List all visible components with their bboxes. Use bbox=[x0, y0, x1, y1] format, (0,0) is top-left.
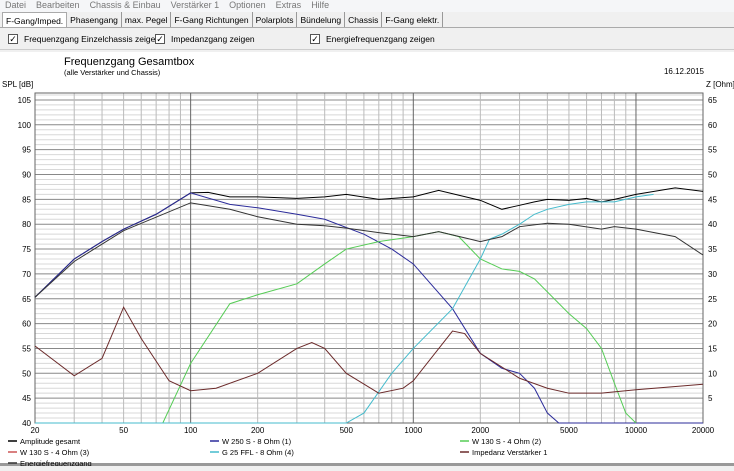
y-tick-label: 60 bbox=[22, 320, 31, 329]
y2-tick-label: 60 bbox=[708, 121, 717, 130]
legend-label: Amplitude gesamt bbox=[20, 437, 81, 446]
y-tick-label: 100 bbox=[18, 121, 32, 130]
options-panel: ✓ Frequenzgang Einzelchassis zeigen ✓ Imped… bbox=[0, 30, 734, 50]
menu-item[interactable]: Chassis & Einbau bbox=[90, 0, 161, 12]
frequency-response-chart: Frequenzgang Gesamtbox (alle Verstärker … bbox=[2, 56, 734, 468]
legend-label: W 130 S - 4 Ohm (2) bbox=[472, 437, 542, 446]
x-tick-label: 50 bbox=[119, 426, 128, 435]
y2-tick-label: 15 bbox=[708, 344, 717, 353]
x-tick-label: 1000 bbox=[404, 426, 422, 435]
chart-panel: Frequenzgang Gesamtbox (alle Verstärker … bbox=[0, 52, 734, 468]
series-line-2 bbox=[35, 231, 637, 424]
menu-item[interactable]: Hilfe bbox=[311, 0, 329, 12]
option-label: Impedanzgang zeigen bbox=[171, 34, 255, 44]
chart-date: 16.12.2015 bbox=[664, 67, 705, 76]
chart-subtitle: (alle Verstärker und Chassis) bbox=[64, 68, 161, 77]
y-tick-label: 45 bbox=[22, 394, 31, 403]
y2-tick-label: 20 bbox=[708, 320, 717, 329]
tab-6[interactable]: Chassis bbox=[345, 12, 383, 27]
checkbox[interactable]: ✓ bbox=[155, 34, 165, 44]
y-tick-label: 40 bbox=[22, 419, 31, 428]
x-tick-label: 20000 bbox=[692, 426, 715, 435]
y-axis-label: SPL [dB] bbox=[2, 80, 33, 89]
menu-bar: Datei Bearbeiten Chassis & Einbau Verstärke… bbox=[0, 0, 734, 12]
x-tick-label: 100 bbox=[184, 426, 198, 435]
y-tick-label: 50 bbox=[22, 369, 31, 378]
y-tick-label: 105 bbox=[18, 96, 32, 105]
menu-item[interactable]: Verstärker 1 bbox=[171, 0, 220, 12]
y-tick-label: 70 bbox=[22, 270, 31, 279]
y-tick-label: 80 bbox=[22, 220, 31, 229]
tab-3[interactable]: F-Gang Richtungen bbox=[171, 12, 253, 27]
option-label: Frequenzgang Einzelchassis zeigen bbox=[24, 34, 161, 44]
tab-5[interactable]: Bündelung bbox=[297, 12, 346, 27]
legend-label: W 250 S - 8 Ohm (1) bbox=[222, 437, 292, 446]
option-checkbox-0[interactable]: ✓ Frequenzgang Einzelchassis zeigen bbox=[8, 34, 160, 44]
menu-item[interactable]: Datei bbox=[5, 0, 26, 12]
legend-label: G 25 FFL - 8 Ohm (4) bbox=[222, 448, 294, 457]
tab-4[interactable]: Polarplots bbox=[253, 12, 298, 27]
chart-title: Frequenzgang Gesamtbox bbox=[64, 56, 195, 68]
legend-label: Impedanz Verstärker 1 bbox=[472, 448, 547, 457]
y2-tick-label: 65 bbox=[708, 96, 717, 105]
legend-label: Energiefrequenzgang bbox=[20, 459, 92, 466]
x-tick-label: 10000 bbox=[625, 426, 648, 435]
y2-tick-label: 5 bbox=[708, 394, 713, 403]
y-tick-label: 90 bbox=[22, 171, 31, 180]
x-tick-label: 2000 bbox=[471, 426, 489, 435]
y-tick-label: 55 bbox=[22, 344, 31, 353]
x-tick-label: 500 bbox=[340, 426, 354, 435]
checkbox[interactable]: ✓ bbox=[8, 34, 18, 44]
tab-0[interactable]: F-Gang/Imped. bbox=[2, 12, 68, 27]
tab-7[interactable]: F-Gang elektr. bbox=[382, 12, 444, 27]
menu-item[interactable]: Bearbeiten bbox=[36, 0, 80, 12]
x-tick-label: 5000 bbox=[560, 426, 578, 435]
x-tick-label: 200 bbox=[251, 426, 265, 435]
y2-tick-label: 40 bbox=[708, 220, 717, 229]
y2-tick-label: 55 bbox=[708, 146, 717, 155]
y-tick-label: 75 bbox=[22, 245, 31, 254]
y-tick-label: 65 bbox=[22, 295, 31, 304]
y-tick-label: 95 bbox=[22, 146, 31, 155]
checkbox[interactable]: ✓ bbox=[310, 34, 320, 44]
option-label: Energiefrequenzgang zeigen bbox=[326, 34, 435, 44]
y2-tick-label: 30 bbox=[708, 270, 717, 279]
tab-1[interactable]: Phasengang bbox=[67, 12, 122, 27]
menu-item[interactable]: Extras bbox=[276, 0, 302, 12]
y2-tick-label: 25 bbox=[708, 295, 717, 304]
y2-tick-label: 10 bbox=[708, 369, 717, 378]
series-line-6 bbox=[34, 202, 704, 298]
y2-tick-label: 45 bbox=[708, 195, 717, 204]
x-tick-label: 20 bbox=[31, 426, 40, 435]
option-checkbox-2[interactable]: ✓ Energiefrequenzgang zeigen bbox=[310, 34, 435, 44]
y2-tick-label: 50 bbox=[708, 171, 717, 180]
tab-bar: F-Gang/Imped. Phasengang max. Pegel F-Gang … bbox=[0, 12, 734, 28]
y2-tick-label: 35 bbox=[708, 245, 717, 254]
menu-item[interactable]: Optionen bbox=[229, 0, 266, 12]
y2-axis-label: Z [Ohm] bbox=[706, 80, 734, 89]
legend-label: W 130 S - 4 Ohm (3) bbox=[20, 448, 90, 457]
tab-2[interactable]: max. Pegel bbox=[122, 12, 172, 27]
option-checkbox-1[interactable]: ✓ Impedanzgang zeigen bbox=[155, 34, 255, 44]
y-tick-label: 85 bbox=[22, 195, 31, 204]
series-line-5 bbox=[34, 306, 704, 394]
